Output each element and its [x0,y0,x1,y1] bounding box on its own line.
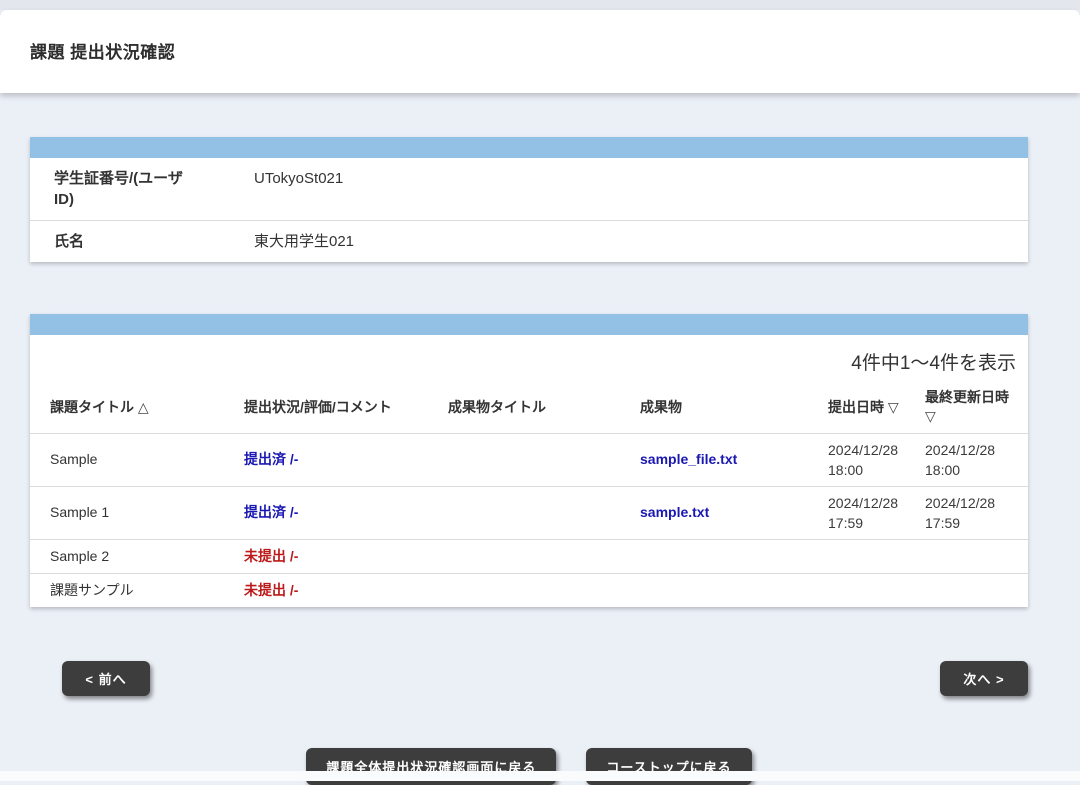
updated-at-cell: 2024/12/28 17:59 [925,493,1018,534]
col-header-submitted-at[interactable]: 提出日時 ▽ [828,398,925,417]
pagination: < 前へ 次へ > [30,661,1028,696]
submissions-table-header: 課題タイトル △ 提出状況/評価/コメント 成果物タイトル 成果物 提出日時 ▽… [30,381,1028,433]
assignment-title-cell: Sample [50,450,244,470]
accent-bar [30,137,1028,158]
col-header-status: 提出状況/評価/コメント [244,398,448,417]
artifact-cell: sample_file.txt [640,450,828,470]
updated-at-cell: 2024/12/28 18:00 [925,440,1018,481]
assignment-title-cell: Sample 1 [50,503,244,523]
sort-desc-icon[interactable]: ▽ [925,408,936,424]
page-header: 課題 提出状況確認 [0,10,1080,93]
sort-desc-icon[interactable]: ▽ [888,399,899,415]
submission-row: Sample 2 未提出 /- [30,539,1028,573]
student-id-value: UTokyoSt021 [254,158,1028,220]
submission-row: Sample 提出済 /- sample_file.txt 2024/12/28… [30,433,1028,486]
window-top-edge [0,0,1080,10]
page-title: 課題 提出状況確認 [0,10,1080,63]
student-name-value: 東大用学生021 [254,221,1028,262]
student-id-row: 学生証番号/(ユーザID) UTokyoSt021 [30,158,1028,220]
main-content: 学生証番号/(ユーザID) UTokyoSt021 氏名 東大用学生021 4件… [30,137,1028,785]
submission-row: 課題サンプル 未提出 /- [30,573,1028,607]
result-count: 4件中1〜4件を表示 [30,335,1028,381]
sort-asc-icon[interactable]: △ [138,399,149,415]
submitted-at-cell: 2024/12/28 18:00 [828,440,925,481]
artifact-file-link[interactable]: sample.txt [640,504,709,520]
window-bottom-edge [0,771,1080,781]
submission-row: Sample 1 提出済 /- sample.txt 2024/12/28 17… [30,486,1028,539]
col-header-artifact-title: 成果物タイトル [448,398,640,417]
assignment-title-cell: 課題サンプル [50,581,244,601]
student-name-label: 氏名 [30,221,254,262]
status-link[interactable]: 未提出 /- [244,548,298,564]
submissions-card: 4件中1〜4件を表示 課題タイトル △ 提出状況/評価/コメント 成果物タイトル… [30,314,1028,607]
artifact-file-link[interactable]: sample_file.txt [640,451,737,467]
artifact-cell: sample.txt [640,503,828,523]
col-header-artifact: 成果物 [640,398,828,417]
assignment-title-cell: Sample 2 [50,547,244,567]
accent-bar [30,314,1028,335]
status-cell: 未提出 /- [244,547,448,567]
col-header-updated-at[interactable]: 最終更新日時 ▽ [925,388,1018,426]
status-cell: 提出済 /- [244,450,448,470]
student-name-row: 氏名 東大用学生021 [30,220,1028,262]
student-info-card: 学生証番号/(ユーザID) UTokyoSt021 氏名 東大用学生021 [30,137,1028,262]
status-cell: 提出済 /- [244,503,448,523]
next-button[interactable]: 次へ > [940,661,1028,696]
prev-button[interactable]: < 前へ [62,661,150,696]
status-link[interactable]: 未提出 /- [244,582,298,598]
student-id-label: 学生証番号/(ユーザID) [30,158,254,220]
status-link[interactable]: 提出済 /- [244,451,298,467]
col-header-assignment-title[interactable]: 課題タイトル △ [50,398,244,417]
submitted-at-cell: 2024/12/28 17:59 [828,493,925,534]
status-link[interactable]: 提出済 /- [244,504,298,520]
status-cell: 未提出 /- [244,581,448,601]
